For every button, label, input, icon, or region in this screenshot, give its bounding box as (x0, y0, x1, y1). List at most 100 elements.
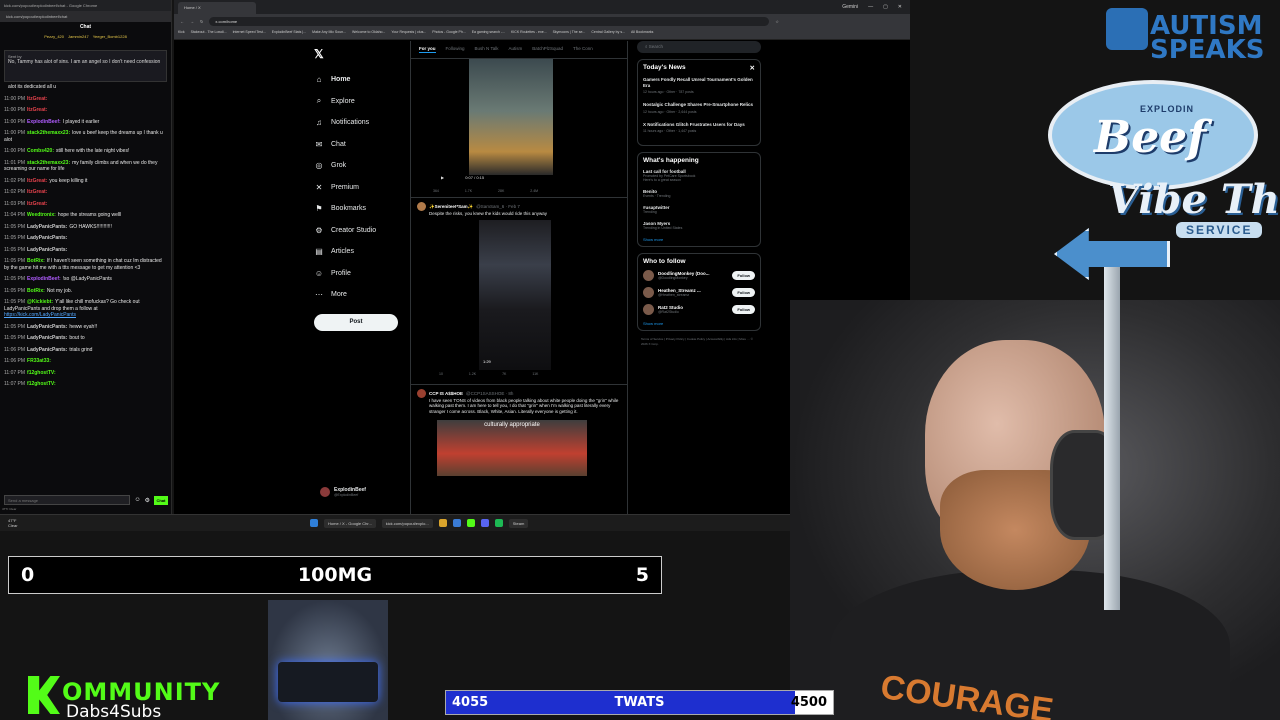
message-user[interactable]: @Kickiebt: (27, 299, 53, 305)
x-logo-icon[interactable]: 𝕏 (314, 47, 414, 61)
sidebar-item-articles[interactable]: ▤ Articles (314, 241, 414, 263)
leader-1[interactable]: Pezzy_420 (44, 34, 64, 48)
app-icon[interactable] (452, 519, 461, 527)
bookmark-item[interactable]: Skymoons | The se... (553, 30, 586, 37)
post-3[interactable]: CCP IS A$$HOE @CCP1SASSHOE · 8h I have s… (411, 383, 627, 481)
follow-button[interactable]: Follow (732, 288, 755, 297)
bookmark-item[interactable]: All Bookmarks (631, 30, 653, 37)
chat-message[interactable]: 11:02 PM ItzGreat: you keep killing it (4, 178, 167, 185)
like-count[interactable]: 7K (502, 372, 506, 378)
avatar[interactable] (417, 388, 426, 398)
message-user[interactable]: ExplodinBeef: (27, 119, 61, 125)
close-icon[interactable]: ✕ (750, 64, 755, 72)
avatar[interactable] (643, 304, 654, 315)
bookmark-item[interactable]: Photos - Google Ph... (432, 30, 465, 37)
message-user[interactable]: ItzGreat: (27, 189, 47, 195)
message-user[interactable]: f12ghostTV: (27, 381, 56, 387)
message-user[interactable]: LadyPanicPants: (27, 324, 67, 330)
show-more-link[interactable]: Show more (643, 237, 755, 242)
message-user[interactable]: ExplodinBeef: (27, 276, 61, 282)
bookmark-item[interactable]: Internet Speed Test... (233, 30, 266, 37)
trend-item[interactable]: Last call for football Promoted by PetCar… (643, 169, 755, 182)
chat-message[interactable]: 11:05 PM BotRix: If I haven't seen somethi… (4, 258, 167, 271)
tab-autism[interactable]: Autism (508, 46, 522, 53)
chat-message[interactable]: alot its dedicated all u (4, 84, 167, 91)
chat-message-input[interactable] (4, 495, 131, 505)
chat-message[interactable]: 11:02 PM ItzGreat: (4, 189, 167, 196)
follow-suggestion[interactable]: Heathen_Streamz ... @Heathen_streamz Follo… (643, 287, 755, 298)
message-user[interactable]: Combs420: (27, 148, 54, 154)
chat-message[interactable]: 11:06 PM LadyPanicPants: trials grind (4, 347, 167, 354)
video-player-3[interactable]: culturally appropriate (437, 420, 587, 476)
chat-message[interactable]: 11:04 PM Weedtronix: hope the streams goin… (4, 212, 167, 219)
reload-icon[interactable]: ↻ (200, 19, 203, 24)
message-user[interactable]: ItzGreat: (27, 178, 47, 184)
trend-item[interactable]: Benito Events · Trending (643, 189, 755, 198)
message-user[interactable]: stack2themaxx23: (27, 130, 70, 136)
message-user[interactable]: LadyPanicPants: (27, 247, 67, 253)
post-author[interactable]: CCP IS A$$HOE (429, 391, 463, 396)
taskbar-app-steam[interactable]: Steam (508, 518, 529, 528)
sidebar-item-premium[interactable]: ✕ Premium (314, 177, 414, 199)
sidebar-item-explore[interactable]: ⌕ Explore (314, 91, 414, 113)
chat-message[interactable]: 11:05 PM LadyPanicPants: (4, 247, 167, 254)
chat-url-bar[interactable]: kick.com/popout/explodinbeef/chat (0, 11, 171, 22)
repost-count[interactable]: 1.7K (465, 189, 472, 195)
chat-message[interactable]: 11:00 PM ExplodinBeef: I played it earlier (4, 119, 167, 126)
message-user[interactable]: LadyPanicPants: (27, 347, 67, 353)
news-item[interactable]: Nostalgic Challenge Shares Pre-Smartphon… (643, 102, 755, 114)
message-user[interactable]: BotRix: (27, 258, 45, 264)
close-icon[interactable]: ✕ (898, 4, 902, 10)
chat-send-button[interactable]: Chat (154, 495, 168, 505)
message-user[interactable]: ItzGreat: (27, 201, 47, 207)
star-icon[interactable]: ☆ (775, 19, 779, 24)
bookmark-item[interactable]: Your Requests | clus... (391, 30, 426, 37)
chat-message[interactable]: 11:00 PM Combs420: still here with the lat… (4, 148, 167, 155)
chat-message[interactable]: 11:03 PM ItzGreat: (4, 201, 167, 208)
reply-count[interactable]: 364 (433, 189, 439, 195)
message-user[interactable]: BotRix: (27, 288, 45, 294)
view-count[interactable]: 2.4M (530, 189, 538, 195)
avatar[interactable] (643, 270, 654, 281)
sidebar-item-notifications[interactable]: ♫ Notifications (314, 112, 414, 134)
message-user[interactable]: LadyPanicPants: (27, 235, 67, 241)
minimize-icon[interactable]: — (868, 4, 873, 10)
sidebar-item-home[interactable]: ⌂ Home (314, 69, 414, 91)
post-author[interactable]: ✨Serenitee!*Sam✨ (429, 204, 473, 210)
tab-batchplzsquad[interactable]: BatchPlzSquad (532, 46, 563, 53)
bookmark-item[interactable]: KICK Roulettes - exe... (511, 30, 547, 37)
message-user[interactable]: LadyPanicPants: (27, 335, 67, 341)
chat-message[interactable]: 11:01 PM stack2themaxx23: my family climbs… (4, 160, 167, 173)
message-user[interactable]: stack2themaxx23: (27, 160, 70, 166)
maximize-icon[interactable]: ▢ (883, 4, 888, 10)
trend-item[interactable]: Jason Myers Trending in United States (643, 221, 755, 230)
news-item[interactable]: X Notifications Glitch Frustrates Users … (643, 122, 755, 134)
view-count[interactable]: 11K (532, 372, 538, 378)
chat-message[interactable]: 11:05 PM LadyPanicPants: heww eyah!! (4, 324, 167, 331)
kick-icon[interactable] (466, 519, 475, 527)
windows-start-icon[interactable] (310, 519, 318, 527)
avatar[interactable] (643, 287, 654, 298)
folder-icon[interactable] (438, 519, 447, 527)
chat-message[interactable]: 11:06 PM FR33at33: (4, 358, 167, 365)
message-user[interactable]: f12ghostTV: (27, 370, 56, 376)
forward-icon[interactable]: → (190, 19, 194, 24)
back-icon[interactable]: ← (180, 19, 184, 24)
chat-message[interactable]: 11:07 PM f12ghostTV: (4, 370, 167, 377)
tab-the-conn[interactable]: The Conn (573, 46, 593, 53)
spotify-icon[interactable] (494, 519, 503, 527)
leader-3[interactable]: Yeeger_Bomb1228 (93, 34, 127, 48)
bookmark-item[interactable]: Stakeout - The Lowdi... (191, 30, 227, 37)
message-user[interactable]: FR33at33: (27, 358, 51, 364)
pinned-message[interactable]: Sent by No, Tammy has alot of sins. I am… (4, 50, 167, 82)
chat-message[interactable]: 11:07 PM f12ghostTV: (4, 381, 167, 388)
video-player-2[interactable]: 1:29 (479, 219, 551, 370)
bookmark-item[interactable]: ExplodinBeef Stats |... (272, 30, 306, 37)
sidebar-item-chat[interactable]: ✉ Chat (314, 134, 414, 156)
show-more-link[interactable]: Show more (643, 321, 755, 326)
reply-count[interactable]: 10 (439, 372, 443, 378)
follow-suggestion[interactable]: DoodlingMonkey (Doo... @DoodlingMonkey Fol… (643, 270, 755, 281)
video-player-1[interactable] (469, 59, 553, 175)
chat-message[interactable]: 11:05 PM LadyPanicPants: (4, 235, 167, 242)
play-icon[interactable]: ▶ (441, 175, 444, 180)
